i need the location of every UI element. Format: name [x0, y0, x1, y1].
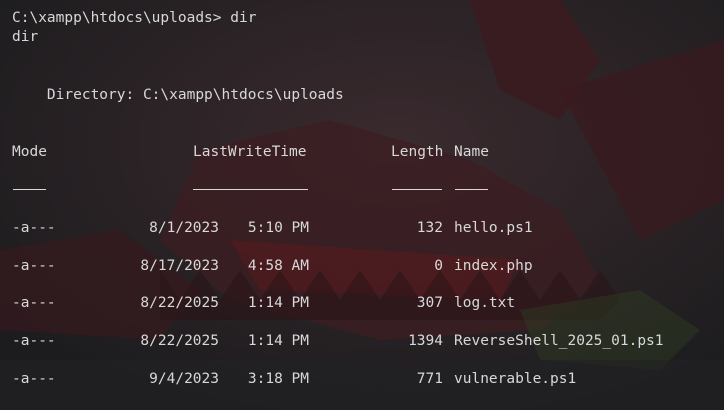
header-length-underline	[392, 189, 442, 190]
row-time: 5:10 PM	[247, 220, 309, 236]
row-name: ReverseShell_2025_01.ps1	[454, 333, 664, 349]
row-time: 4:58 AM	[247, 258, 309, 274]
row-length: 307	[416, 295, 443, 311]
row-mode: -a---	[12, 295, 56, 311]
row-length: 0	[434, 258, 443, 274]
row-time: 1:14 PM	[247, 295, 309, 311]
row-date: 8/22/2025	[140, 333, 219, 349]
row-length: 132	[416, 220, 443, 236]
row-date: 8/1/2023	[149, 220, 219, 236]
header-length: Length	[391, 144, 444, 160]
row-date: 9/4/2023	[149, 371, 219, 387]
terminal-window[interactable]: C:\xampp\htdocs\uploads> dir dir Directo…	[0, 0, 724, 410]
row-mode: -a---	[12, 258, 56, 274]
echo-line: dir	[12, 29, 39, 45]
header-mode-underline	[13, 189, 46, 190]
row-date: 8/17/2023	[140, 258, 219, 274]
header-lastwritetime: LastWriteTime	[193, 144, 307, 160]
row-length: 1394	[408, 333, 443, 349]
row-date: 8/22/2025	[140, 295, 219, 311]
header-name: Name	[454, 144, 489, 160]
row-mode: -a---	[12, 333, 56, 349]
row-name: index.php	[454, 258, 533, 274]
header-name-underline	[455, 189, 488, 190]
row-name: hello.ps1	[454, 220, 533, 236]
row-mode: -a---	[12, 220, 56, 236]
row-name: vulnerable.ps1	[454, 371, 577, 387]
row-time: 3:18 PM	[247, 371, 309, 387]
row-length: 771	[416, 371, 443, 387]
directory-line: Directory: C:\xampp\htdocs\uploads	[12, 87, 344, 103]
prompt-line: C:\xampp\htdocs\uploads> dir	[12, 10, 257, 26]
header-lastwritetime-underline	[193, 189, 308, 190]
row-time: 1:14 PM	[247, 333, 309, 349]
row-name: log.txt	[454, 295, 516, 311]
row-mode: -a---	[12, 371, 56, 387]
header-mode: Mode	[12, 144, 47, 160]
